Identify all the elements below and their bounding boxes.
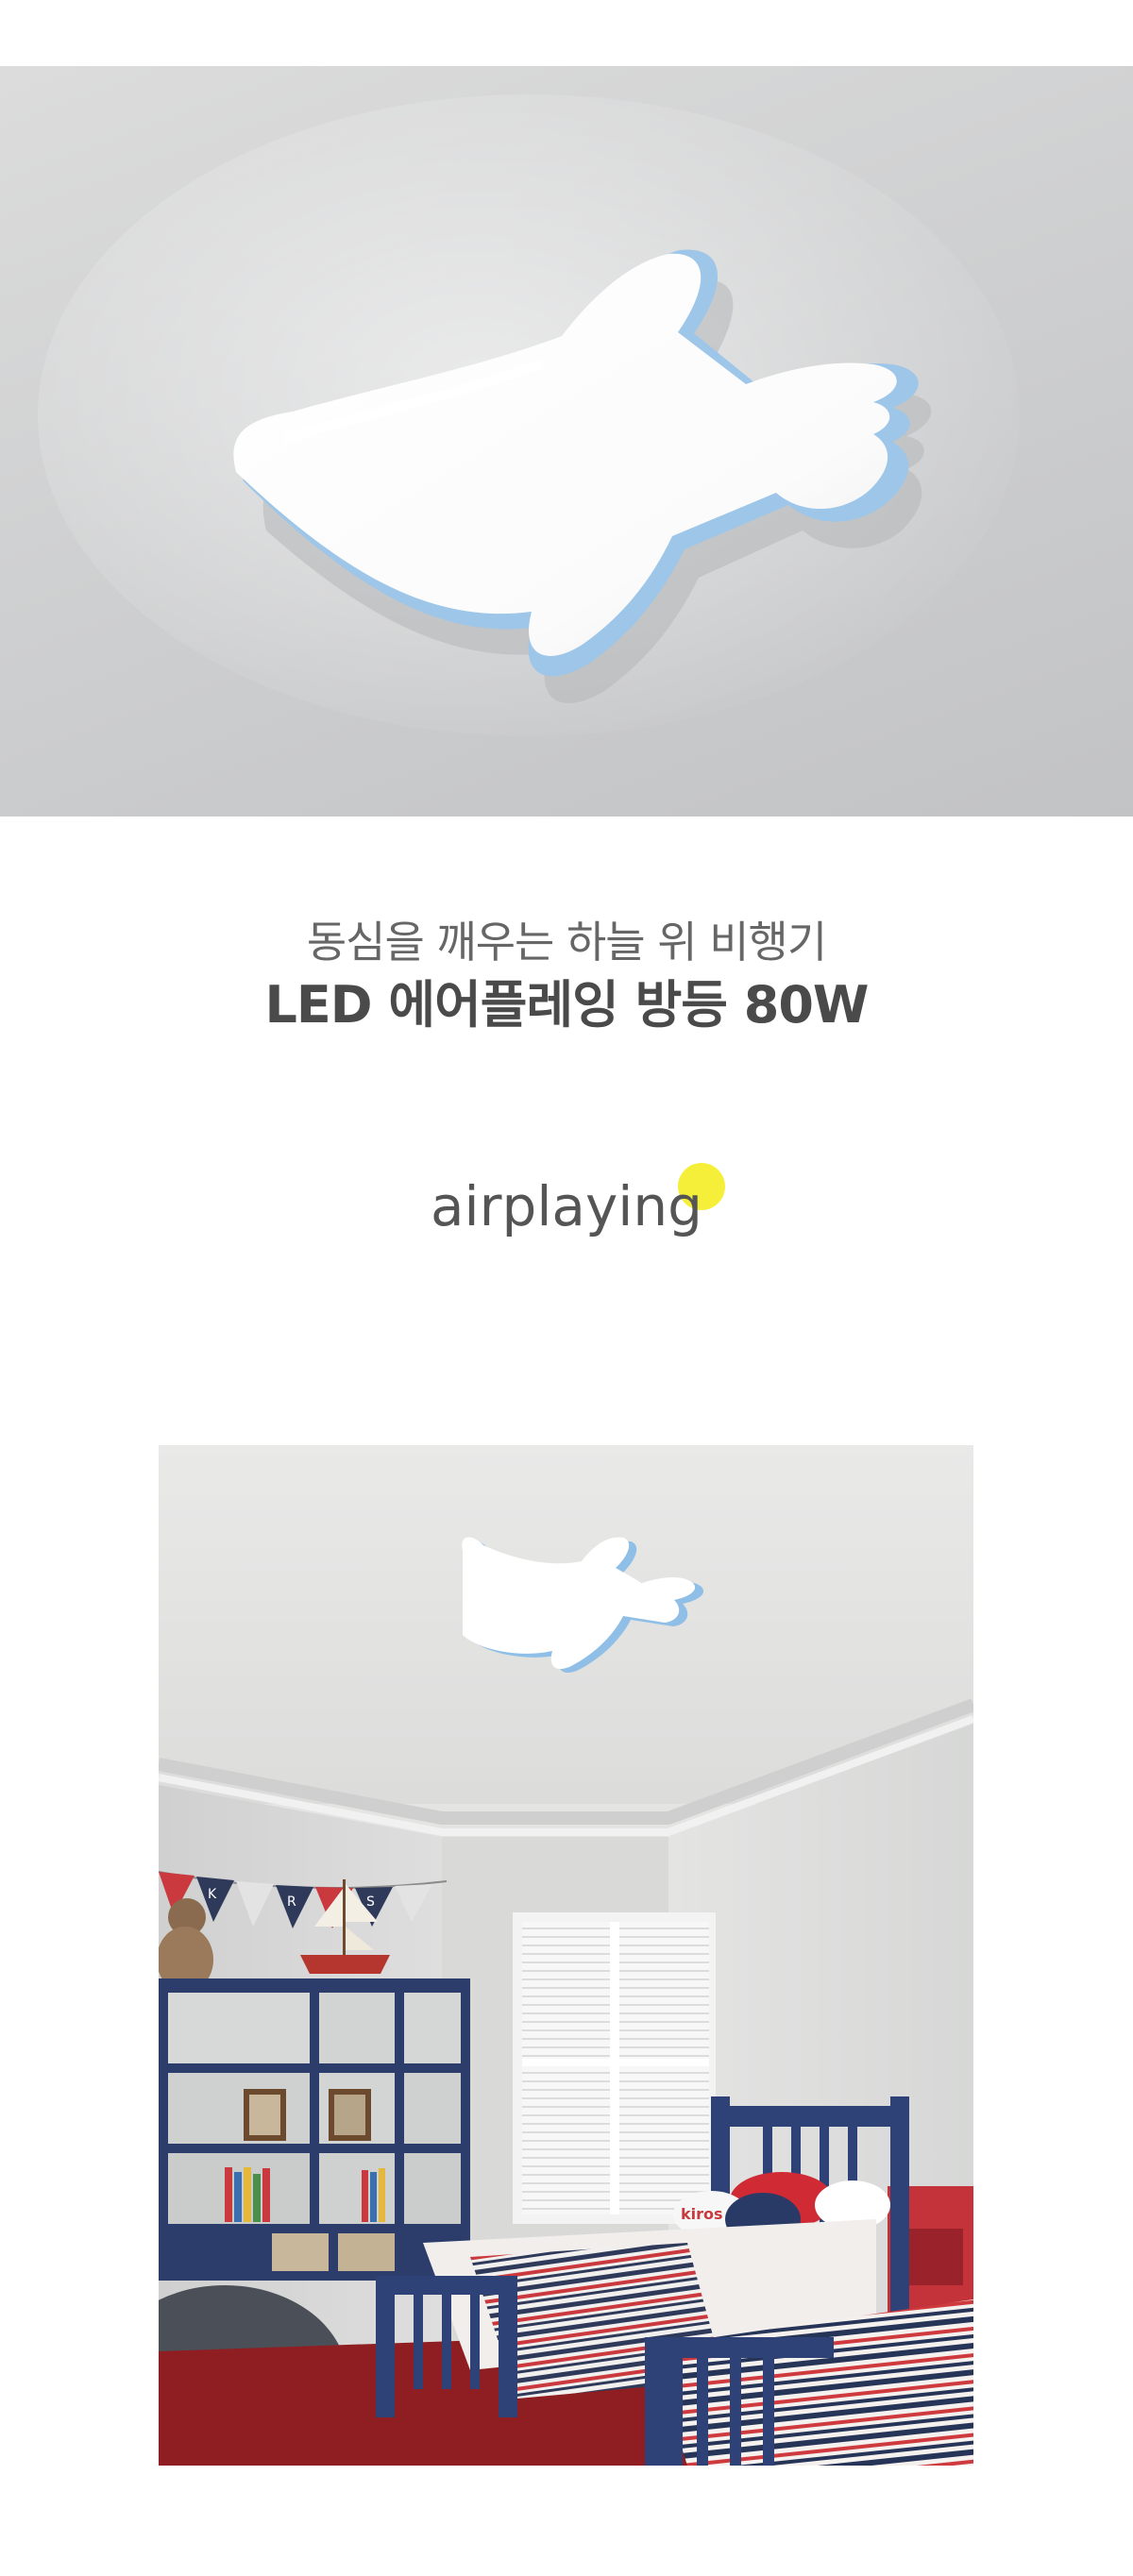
- brand-wordmark: airplaying: [431, 1174, 702, 1238]
- product-title: LED 에어플레잉 방등 80W: [264, 975, 870, 1035]
- window: [513, 1912, 716, 2224]
- brand-logo-inner: airplaying: [431, 1163, 725, 1244]
- kids-bedroom-illustration: K R S kiros: [159, 1445, 973, 2466]
- tagline: 동심을 깨우는 하늘 위 비행기: [306, 917, 827, 968]
- bunting-letter-k: K: [208, 1887, 217, 1902]
- bunting-letter-s: S: [366, 1894, 375, 1910]
- bookshelf: [159, 1978, 470, 2281]
- room-image: K R S kiros: [159, 1445, 973, 2466]
- hero-image: [0, 66, 1133, 817]
- pillow-text: kiros: [681, 2205, 723, 2223]
- brand-logo: airplaying: [0, 1163, 1133, 1254]
- airplane-lamp-closeup: [38, 94, 1020, 736]
- headline: 동심을 깨우는 하늘 위 비행기 LED 에어플레잉 방등 80W: [0, 914, 1133, 1036]
- bunting-letter-r: R: [287, 1894, 296, 1910]
